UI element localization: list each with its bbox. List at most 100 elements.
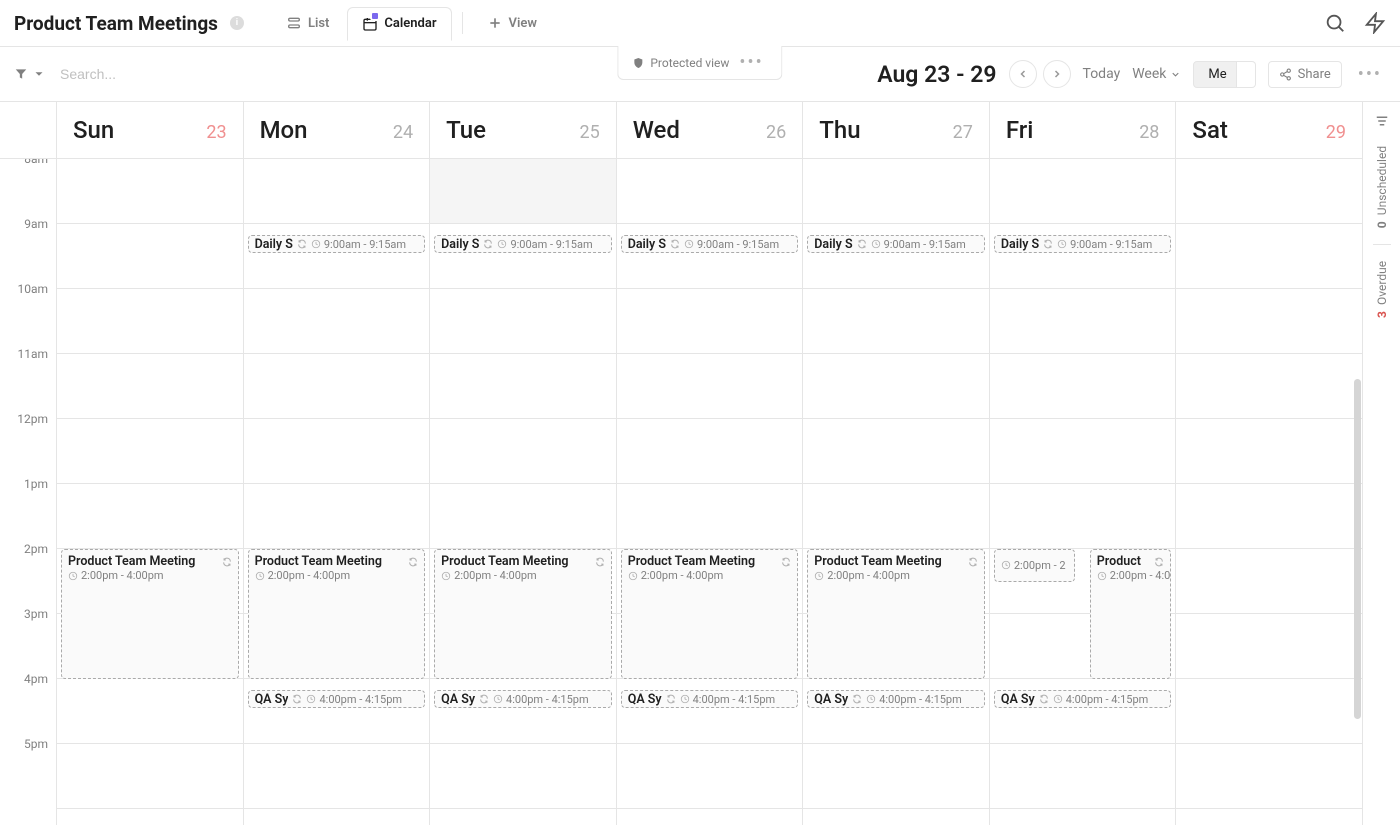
calendar-event[interactable]: Product Team Meeting2:00pm - 4:00pm [807, 549, 985, 679]
hour-cell[interactable] [57, 419, 243, 484]
today-button[interactable]: Today [1083, 66, 1121, 82]
hour-cell[interactable] [1176, 549, 1362, 614]
share-button[interactable]: Share [1268, 61, 1342, 88]
calendar-event[interactable]: Product Team Meeting2:00pm - 4:00pm [248, 549, 426, 679]
day-column[interactable]: Daily S9:00am - 9:15am Product Team Meeti… [616, 159, 803, 825]
hour-cell[interactable] [803, 484, 989, 549]
hour-cell[interactable] [617, 484, 803, 549]
hour-cell[interactable] [1176, 419, 1362, 484]
protected-more-icon[interactable]: ••• [735, 52, 767, 73]
hour-cell[interactable] [617, 289, 803, 354]
hour-cell[interactable] [617, 224, 803, 289]
info-icon[interactable]: i [230, 16, 244, 30]
next-button[interactable] [1043, 60, 1071, 88]
hour-cell[interactable] [803, 679, 989, 744]
calendar-event[interactable]: Daily S9:00am - 9:15am [248, 235, 426, 253]
hour-cell[interactable] [990, 354, 1176, 419]
calendar-event[interactable]: QA Sy4:00pm - 4:15pm [248, 690, 426, 708]
day-column[interactable] [1175, 159, 1362, 825]
calendar-event[interactable]: 2:00pm - 2 [994, 549, 1076, 582]
search-icon[interactable] [1324, 12, 1346, 34]
day-column[interactable]: Product Team Meeting2:00pm - 4:00pm [56, 159, 243, 825]
hour-cell[interactable] [430, 159, 616, 224]
calendar-event[interactable]: QA Sy4:00pm - 4:15pm [621, 690, 799, 708]
protected-view-pill[interactable]: Protected view ••• [617, 46, 782, 80]
hour-cell[interactable] [617, 679, 803, 744]
calendar-event[interactable]: Product Team Meeting2:00pm - 4:00pm [434, 549, 612, 679]
sort-icon[interactable] [1373, 112, 1391, 130]
hour-cell[interactable] [57, 484, 243, 549]
calendar-event[interactable]: Product Team Meeting2:00pm - 4:00pm [621, 549, 799, 679]
hour-cell[interactable] [1176, 744, 1362, 809]
day-column[interactable]: Daily S9:00am - 9:15am Product Team Meeti… [243, 159, 430, 825]
hour-cell[interactable] [430, 484, 616, 549]
hour-cell[interactable] [244, 744, 430, 809]
hour-cell[interactable] [244, 289, 430, 354]
calendar-event[interactable]: Daily S9:00am - 9:15am [994, 235, 1172, 253]
calendar-event[interactable]: QA Sy4:00pm - 4:15pm [807, 690, 985, 708]
filter-button[interactable] [14, 67, 46, 81]
range-selector[interactable]: Week [1132, 66, 1181, 82]
calendar-event[interactable]: Product2:00pm - 4:00pm [1090, 549, 1172, 679]
hour-cell[interactable] [244, 419, 430, 484]
overdue-button[interactable]: 3 Overdue [1375, 261, 1389, 318]
tab-list[interactable]: List [272, 7, 343, 39]
hour-cell[interactable] [1176, 614, 1362, 679]
hour-cell[interactable] [244, 679, 430, 744]
add-view-button[interactable]: View [473, 7, 551, 39]
bolt-icon[interactable] [1364, 12, 1386, 34]
hour-cell[interactable] [244, 354, 430, 419]
hour-cell[interactable] [57, 159, 243, 224]
hour-cell[interactable] [57, 679, 243, 744]
hour-cell[interactable] [617, 159, 803, 224]
hour-cell[interactable] [1176, 679, 1362, 744]
hour-cell[interactable] [1176, 484, 1362, 549]
hour-cell[interactable] [57, 354, 243, 419]
calendar-event[interactable]: QA Sy4:00pm - 4:15pm [994, 690, 1172, 708]
hour-cell[interactable] [244, 159, 430, 224]
hour-cell[interactable] [1176, 224, 1362, 289]
hour-cell[interactable] [990, 484, 1176, 549]
hour-cell[interactable] [617, 744, 803, 809]
hour-cell[interactable] [803, 224, 989, 289]
calendar-event[interactable]: QA Sy4:00pm - 4:15pm [434, 690, 612, 708]
hour-cell[interactable] [803, 159, 989, 224]
hour-cell[interactable] [990, 289, 1176, 354]
tab-calendar[interactable]: Calendar [347, 7, 451, 41]
scrollbar[interactable] [1354, 379, 1361, 719]
day-column[interactable]: Daily S9:00am - 9:15am Product Team Meeti… [802, 159, 989, 825]
search-input[interactable] [58, 65, 298, 83]
day-column[interactable]: Daily S9:00am - 9:15am 2:00pm - 2 Product2… [989, 159, 1176, 825]
calendar-event[interactable]: Product Team Meeting2:00pm - 4:00pm [61, 549, 239, 679]
hour-cell[interactable] [803, 744, 989, 809]
hour-cell[interactable] [803, 289, 989, 354]
hour-cell[interactable] [990, 419, 1176, 484]
hour-cell[interactable] [990, 224, 1176, 289]
hour-cell[interactable] [990, 744, 1176, 809]
hour-cell[interactable] [430, 744, 616, 809]
me-filter-button[interactable]: Me [1193, 61, 1236, 88]
calendar-event[interactable]: Daily S9:00am - 9:15am [434, 235, 612, 253]
hour-cell[interactable] [803, 419, 989, 484]
hour-cell[interactable] [990, 159, 1176, 224]
unscheduled-button[interactable]: 0 Unscheduled [1375, 146, 1389, 228]
calendar-event[interactable]: Daily S9:00am - 9:15am [807, 235, 985, 253]
hour-cell[interactable] [617, 419, 803, 484]
day-column[interactable]: Daily S9:00am - 9:15am Product Team Meeti… [429, 159, 616, 825]
calendar-event[interactable]: Daily S9:00am - 9:15am [621, 235, 799, 253]
toolbar-more-button[interactable]: ••• [1354, 64, 1386, 85]
hour-cell[interactable] [57, 289, 243, 354]
team-filter-button[interactable] [1237, 61, 1256, 88]
hour-cell[interactable] [430, 224, 616, 289]
hour-cell[interactable] [57, 744, 243, 809]
hour-cell[interactable] [1176, 159, 1362, 224]
hour-cell[interactable] [430, 289, 616, 354]
hour-cell[interactable] [1176, 354, 1362, 419]
calendar-grid-scroll[interactable]: 8am9am10am11am12pm1pm2pm3pm4pm5pm Produc… [0, 159, 1362, 825]
hour-cell[interactable] [57, 224, 243, 289]
hour-cell[interactable] [617, 354, 803, 419]
hour-cell[interactable] [803, 354, 989, 419]
hour-cell[interactable] [244, 224, 430, 289]
hour-cell[interactable] [1176, 289, 1362, 354]
hour-cell[interactable] [990, 679, 1176, 744]
